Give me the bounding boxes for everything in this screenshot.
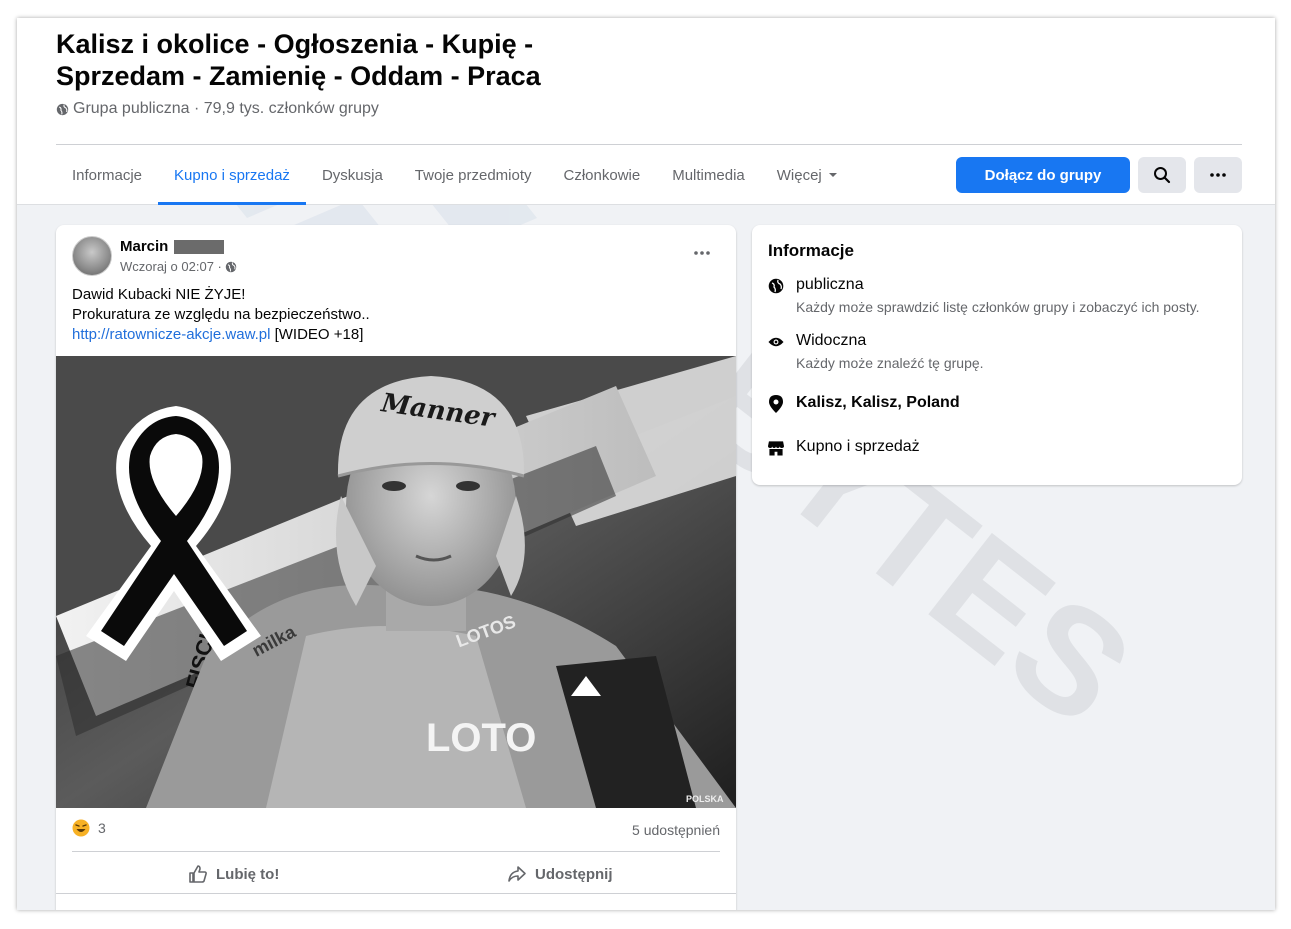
tab-kupno-i-sprzedaz[interactable]: Kupno i sprzedaż (158, 145, 306, 205)
post-line: Dawid Kubacki NIE ŻYJE! (72, 286, 246, 303)
feed-post: Marcin Wczoraj o 02:07 · Dawid Kubacki N… (56, 225, 736, 910)
search-button[interactable] (1138, 157, 1186, 193)
photo-illustration: FISCHER LOTO LOTOS milka Manner POLSKA (56, 356, 736, 808)
thumbs-up-icon (189, 865, 207, 883)
share-icon (508, 866, 526, 882)
like-button[interactable]: Lubię to! (188, 856, 279, 892)
visibility-title: Widoczna (796, 332, 867, 349)
privacy-desc: Każdy może sprawdzić listę członków grup… (796, 299, 1200, 315)
more-options-button[interactable] (1194, 157, 1242, 193)
share-button[interactable]: Udostępnij (507, 856, 613, 892)
avatar[interactable] (72, 236, 112, 276)
tab-wiecej[interactable]: Więcej (761, 145, 854, 205)
location-pin-icon (769, 395, 783, 413)
globe-icon (768, 278, 784, 294)
redacted-surname (174, 239, 225, 254)
share-label: Udostępnij (535, 865, 613, 883)
photo-label-country: POLSKA (686, 794, 724, 804)
post-timestamp[interactable]: Wczoraj o 02:07 · (120, 259, 237, 274)
group-meta-text: Grupa publiczna · 79,9 tys. członków gru… (73, 100, 379, 117)
more-icon (694, 251, 710, 255)
globe-icon (225, 261, 237, 272)
tab-multimedia[interactable]: Multimedia (656, 145, 761, 205)
post-body: Dawid Kubacki NIE ŻYJE! Prokuratura ze w… (72, 285, 370, 345)
post-divider (56, 893, 736, 894)
privacy-title: publiczna (796, 276, 864, 293)
shop-icon (768, 441, 784, 456)
like-label: Lubię to! (216, 865, 280, 883)
more-icon (1210, 173, 1226, 177)
photo-label-jacket: LOTO (426, 716, 536, 760)
reaction-count: 3 (98, 820, 106, 836)
globe-icon (56, 103, 69, 115)
about-title: Informacje (768, 241, 854, 260)
post-line: Prokuratura ze względu na bezpieczeństwo… (72, 306, 370, 323)
haha-reaction-icon (72, 819, 90, 837)
tab-label: Multimedia (672, 166, 745, 184)
share-count[interactable]: 5 udostępnień (632, 822, 720, 838)
tab-label: Członkowie (563, 166, 641, 184)
tab-label: Dyskusja (321, 166, 383, 184)
tab-label: Więcej (776, 166, 822, 184)
post-divider (72, 851, 720, 852)
about-panel: Informacje publiczna Każdy może sprawdzi… (752, 225, 1242, 485)
group-tabs: Informacje Kupno i sprzedaż Dyskusja Two… (56, 145, 854, 205)
join-group-button[interactable]: Dołącz do grupy (956, 157, 1130, 193)
location-title: Kalisz, Kalisz, Poland (796, 394, 960, 411)
tab-dyskusja[interactable]: Dyskusja (306, 145, 399, 205)
author-name: Marcin (120, 238, 169, 255)
eye-icon (768, 337, 784, 347)
tab-label: Twoje przedmioty (414, 166, 532, 184)
group-title: Kalisz i okolice - Ogłoszenia - Kupię - … (56, 29, 541, 91)
about-row-visibility: Widoczna Każdy może znaleźć tę grupę. (768, 331, 984, 373)
tab-twoje-przedmioty[interactable]: Twoje przedmioty (399, 145, 548, 205)
about-row-privacy: publiczna Każdy może sprawdzić listę czł… (768, 275, 1200, 317)
post-photo[interactable]: FISCHER LOTO LOTOS milka Manner POLSKA (56, 356, 736, 808)
search-icon (1154, 167, 1171, 184)
about-row-category: Kupno i sprzedaż (768, 437, 920, 458)
visibility-desc: Każdy może znaleźć tę grupę. (796, 355, 984, 371)
group-header: Kalisz i okolice - Ogłoszenia - Kupię - … (17, 18, 1275, 205)
post-time-text: Wczoraj o 02:07 · (120, 259, 222, 274)
post-link-suffix: [WIDEO +18] (274, 326, 364, 343)
caret-down-icon (828, 173, 837, 177)
tab-czlonkowie[interactable]: Członkowie (548, 145, 657, 205)
post-menu-button[interactable] (686, 241, 718, 265)
tab-label: Informacje (72, 166, 143, 184)
category-title: Kupno i sprzedaż (796, 438, 920, 455)
reaction-summary[interactable]: 3 (72, 819, 106, 837)
group-meta: Grupa publiczna · 79,9 tys. członków gru… (56, 100, 379, 118)
post-link-line: http://ratownicze-akcje.waw.pl [WIDEO +1… (72, 325, 370, 345)
about-row-location[interactable]: Kalisz, Kalisz, Poland (768, 393, 960, 414)
post-link[interactable]: http://ratownicze-akcje.waw.pl (72, 326, 270, 343)
tab-informacje[interactable]: Informacje (56, 145, 158, 205)
post-author[interactable]: Marcin (120, 238, 225, 255)
browser-frame: BYTES Kalisz i okolice - Ogłoszenia - Ku… (17, 18, 1275, 910)
tab-label: Kupno i sprzedaż (174, 166, 290, 184)
